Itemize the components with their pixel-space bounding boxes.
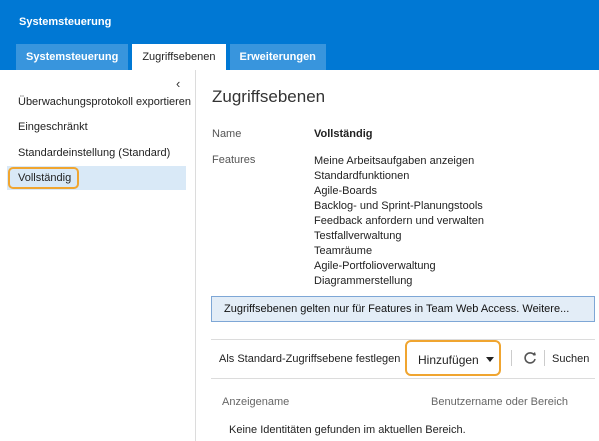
features-label: Features [212, 154, 256, 166]
app-title: Systemsteuerung [19, 16, 112, 28]
top-header: Systemsteuerung Systemsteuerung Zugriffs… [0, 0, 599, 70]
name-label: Name [212, 128, 242, 140]
tab-bar: Systemsteuerung Zugriffsebenen Erweiteru… [16, 44, 330, 70]
info-banner[interactable]: Zugriffsebenen gelten nur für Features i… [211, 296, 595, 322]
features-list: Meine Arbeitsaufgaben anzeigen Standardf… [314, 154, 484, 289]
sidebar-item-eingeschraenkt[interactable]: Eingeschränkt [7, 115, 186, 139]
search-button[interactable]: Suchen [552, 345, 589, 373]
feature-item: Standardfunktionen [314, 170, 410, 182]
main-panel: Zugriffsebenen Name Vollständig Features… [197, 70, 599, 441]
toolbar-bottom-divider [211, 378, 595, 379]
toolbar-separator [511, 350, 512, 366]
feature-item: Feedback anfordern und verwalten [314, 215, 484, 227]
feature-item: Agile-Boards [314, 185, 377, 197]
refresh-icon[interactable] [522, 350, 538, 366]
selection-highlight-ring [8, 167, 79, 189]
chevron-down-icon[interactable] [486, 357, 494, 362]
set-default-button[interactable]: Als Standard-Zugriffsebene festlegen [219, 345, 400, 373]
feature-item: Agile-Portfolioverwaltung [314, 260, 436, 272]
feature-item: Backlog- und Sprint-Planungstools [314, 200, 483, 212]
toolbar-separator [544, 350, 545, 366]
name-value: Vollständig [314, 128, 373, 140]
feature-item: Testfallverwaltung [314, 230, 402, 242]
add-button[interactable]: Hinzufügen [418, 353, 479, 367]
page-title: Zugriffsebenen [212, 87, 326, 106]
tab-systemsteuerung[interactable]: Systemsteuerung [16, 44, 129, 70]
sidebar-item-ueberwachungsprotokoll[interactable]: Überwachungsprotokoll exportieren [7, 90, 191, 114]
sidebar: ‹ Überwachungsprotokoll exportieren Eing… [0, 70, 196, 441]
column-header-anzeigename[interactable]: Anzeigename [222, 396, 289, 408]
tab-zugriffsebenen[interactable]: Zugriffsebenen [132, 44, 226, 70]
collapse-chevron-icon[interactable]: ‹ [176, 76, 180, 91]
feature-item: Diagrammerstellung [314, 275, 413, 287]
empty-state-message: Keine Identitäten gefunden im aktuellen … [229, 424, 466, 436]
toolbar-top-divider [211, 339, 595, 340]
feature-item: Teamräume [314, 245, 373, 257]
column-header-benutzername[interactable]: Benutzername oder Bereich [431, 396, 568, 408]
feature-item: Meine Arbeitsaufgaben anzeigen [314, 155, 475, 167]
tab-erweiterungen[interactable]: Erweiterungen [229, 44, 326, 70]
sidebar-item-standardeinstellung[interactable]: Standardeinstellung (Standard) [7, 141, 186, 165]
